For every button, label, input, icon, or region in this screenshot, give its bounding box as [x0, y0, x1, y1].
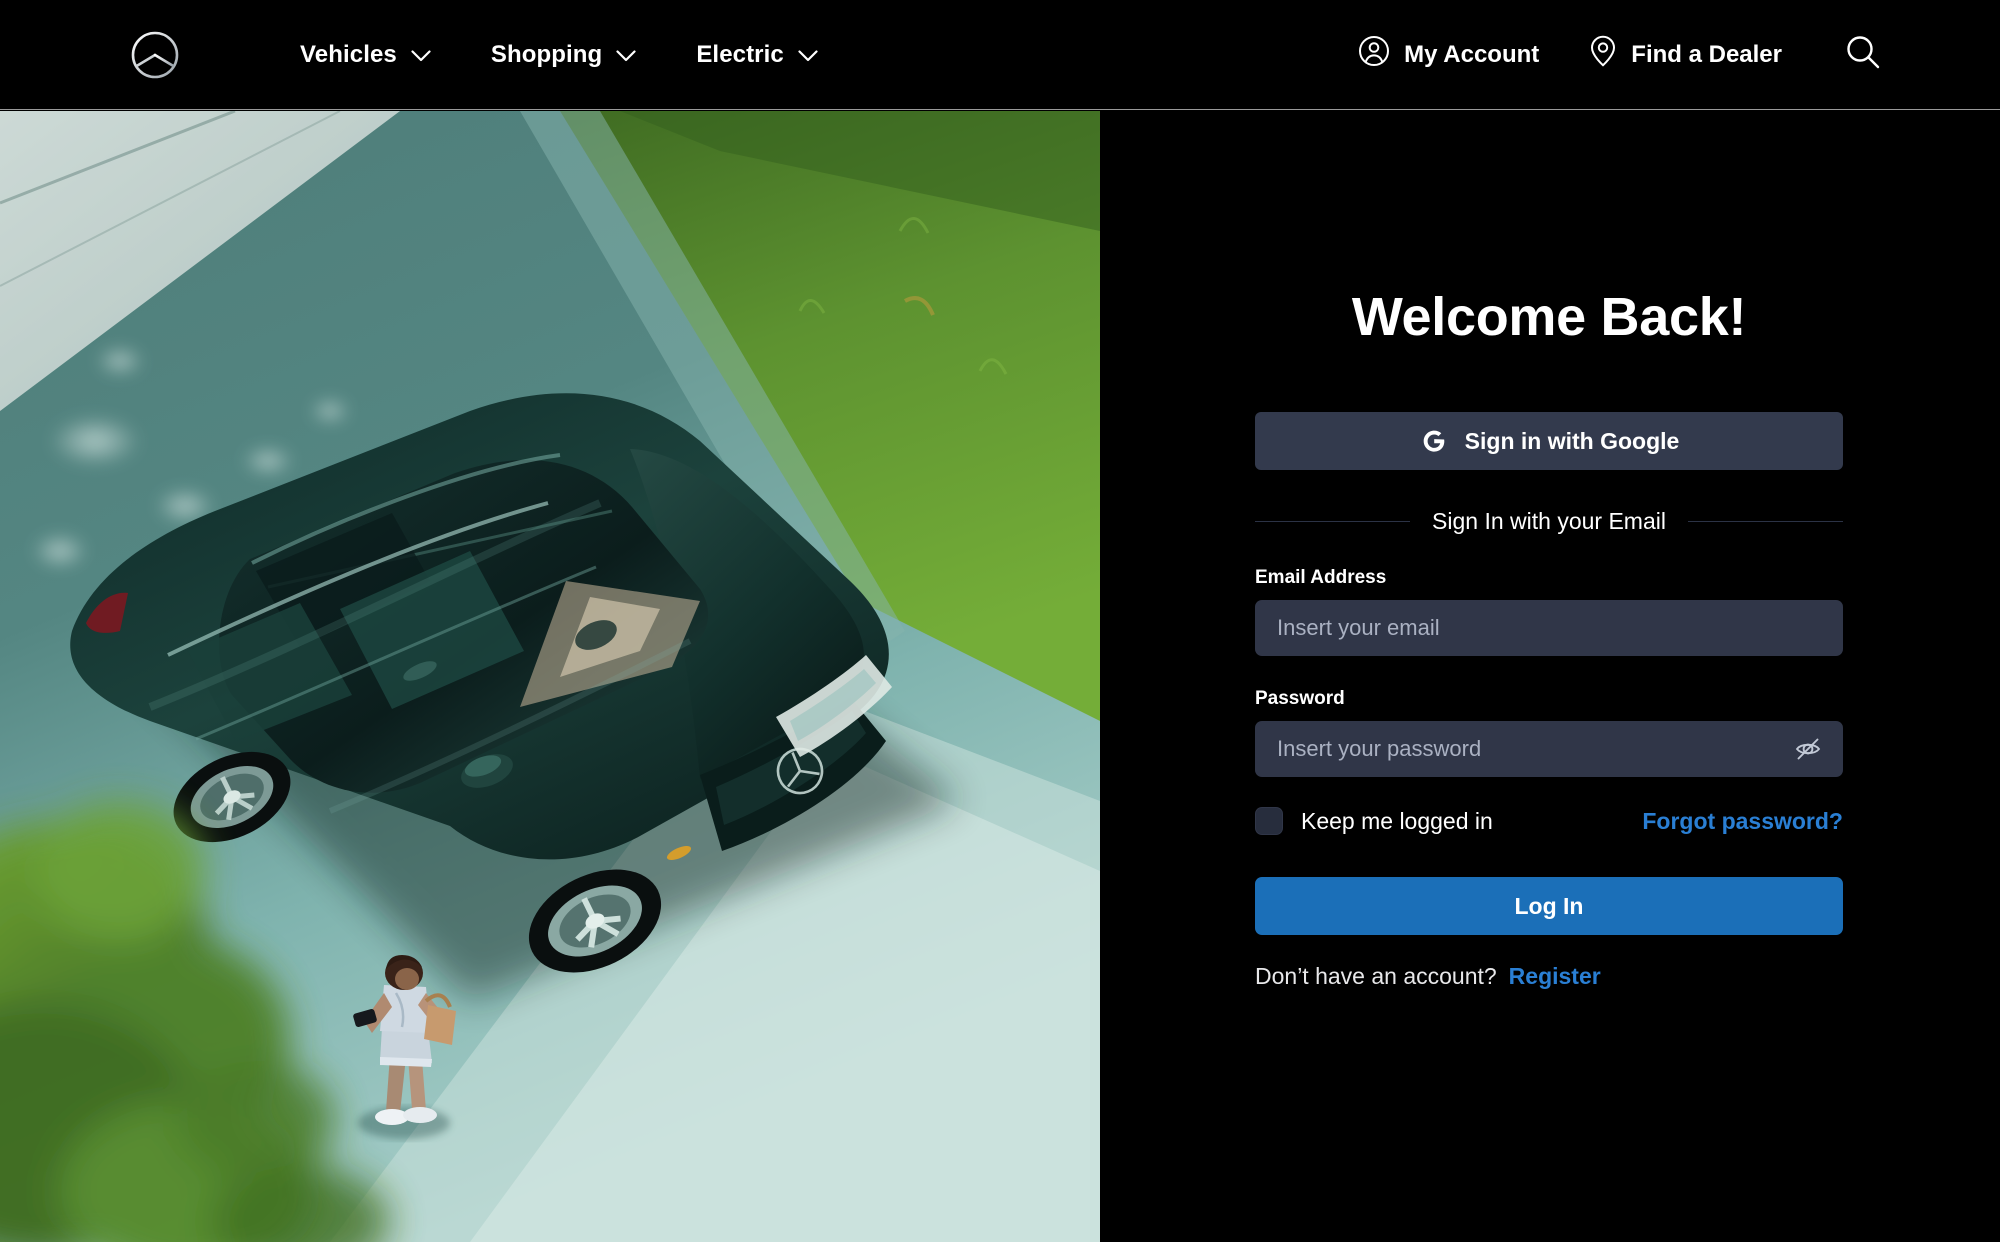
- options-row: Keep me logged in Forgot password?: [1255, 807, 1843, 835]
- google-signin-label: Sign in with Google: [1464, 427, 1680, 454]
- search-button[interactable]: [1844, 33, 1882, 76]
- map-pin-icon: [1589, 35, 1617, 74]
- nav-item-shopping[interactable]: Shopping: [491, 0, 636, 110]
- chevron-down-icon: [411, 41, 431, 69]
- email-input[interactable]: [1255, 600, 1843, 656]
- google-signin-button[interactable]: Sign in with Google: [1255, 412, 1843, 470]
- nav-item-vehicles[interactable]: Vehicles: [300, 0, 431, 110]
- divider-rule-right: [1687, 521, 1843, 522]
- auth-panel: Welcome Back! Sign in with Google Sign I…: [1100, 111, 2000, 1242]
- divider-rule-left: [1255, 521, 1411, 522]
- keep-logged-in-checkbox[interactable]: [1255, 807, 1283, 835]
- nav-item-label: Vehicles: [300, 40, 397, 68]
- auth-form: Welcome Back! Sign in with Google Sign I…: [1255, 111, 1843, 990]
- email-field-box[interactable]: [1255, 600, 1843, 656]
- eye-slash-icon[interactable]: [1793, 734, 1823, 764]
- site-header: Vehicles Shopping Electric My Account Fi…: [0, 0, 2000, 110]
- chevron-down-icon: [798, 41, 818, 69]
- find-a-dealer-label: Find a Dealer: [1631, 40, 1782, 68]
- email-divider: Sign In with your Email: [1255, 508, 1843, 535]
- chevron-down-icon: [616, 41, 636, 69]
- divider-label: Sign In with your Email: [1432, 508, 1666, 534]
- nav-item-electric[interactable]: Electric: [696, 0, 818, 110]
- login-button[interactable]: Log In: [1255, 877, 1843, 935]
- password-field-box[interactable]: [1255, 721, 1843, 777]
- password-label: Password: [1255, 688, 1345, 709]
- google-g-icon: [1419, 426, 1449, 456]
- hero-illustration: [0, 111, 1100, 1242]
- user-circle-icon: [1358, 35, 1390, 74]
- forgot-password-link[interactable]: Forgot password?: [1642, 808, 1843, 835]
- header-actions: My Account Find a Dealer: [1358, 33, 1882, 76]
- primary-nav: Vehicles Shopping Electric: [300, 0, 818, 110]
- mercedes-star-icon: [130, 30, 180, 80]
- hero-image: [0, 111, 1100, 1242]
- keep-logged-in-checkbox-row[interactable]: Keep me logged in: [1255, 807, 1493, 835]
- keep-logged-in-label: Keep me logged in: [1301, 807, 1493, 834]
- register-link[interactable]: Register: [1509, 963, 1601, 990]
- register-prompt: Don’t have an account?: [1255, 963, 1497, 989]
- search-icon: [1844, 33, 1882, 76]
- register-row: Don’t have an account? Register: [1255, 963, 1843, 990]
- page-title: Welcome Back!: [1351, 287, 1747, 347]
- find-a-dealer-button[interactable]: Find a Dealer: [1589, 35, 1782, 74]
- nav-item-label: Electric: [696, 40, 784, 68]
- nav-item-label: Shopping: [490, 40, 603, 68]
- email-field-group: Email Address: [1255, 567, 1843, 656]
- password-field-group: Password: [1255, 688, 1843, 777]
- my-account-label: My Account: [1404, 40, 1540, 68]
- my-account-button[interactable]: My Account: [1358, 35, 1539, 74]
- password-input[interactable]: [1255, 721, 1843, 777]
- brand-logo-link[interactable]: [0, 30, 180, 80]
- email-label: Email Address: [1255, 567, 1387, 588]
